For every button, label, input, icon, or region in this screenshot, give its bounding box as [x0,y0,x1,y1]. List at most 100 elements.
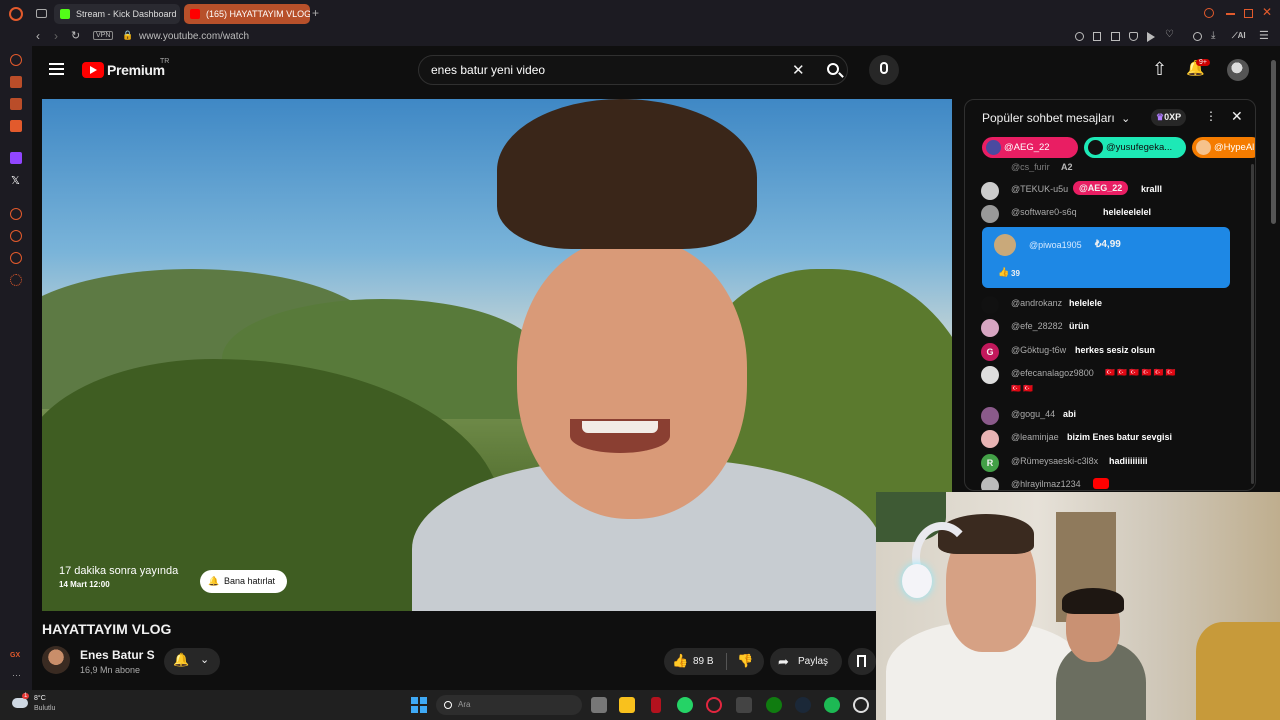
message-text: kralll [1141,184,1163,194]
x-icon[interactable]: 𝕏 [11,174,20,187]
like-button[interactable]: 👍 89 B [664,648,724,675]
chat-more-icon[interactable]: ⋮ [1205,109,1217,123]
ai-label: AI [1237,31,1246,40]
whatsapp-icon[interactable] [677,697,693,713]
windows-start-icon[interactable] [411,697,427,713]
channel-avatar[interactable] [42,646,70,674]
search-query: enes batur yeni video [431,63,546,77]
share-button[interactable]: ➦ Paylaş [770,648,842,675]
clear-search-icon[interactable]: ✕ [792,61,805,79]
save-button[interactable] [848,648,876,675]
search-button[interactable] [817,55,853,85]
messenger-icon[interactable] [10,120,22,132]
maximize-button[interactable] [1244,9,1253,18]
dislike-button[interactable]: 👎 [727,648,764,675]
back-icon[interactable]: ‹ [36,29,40,43]
url-field[interactable]: www.youtube.com/watch [139,31,249,42]
premiere-countdown: 17 dakika sonra yayında [59,565,179,577]
ai-button[interactable]: ⟋AI [1232,31,1246,41]
heart-icon[interactable]: ♡ [1165,29,1174,40]
webcam-overlay [876,492,1280,720]
app-dark-icon[interactable] [736,697,752,713]
premiere-info: 17 dakika sonra yayında 14 Mart 12:00 [50,565,178,589]
tab-kick-dashboard[interactable]: Stream - Kick Dashboard [54,4,180,24]
chat-scrollbar[interactable] [1251,164,1254,484]
play-icon[interactable] [1147,32,1155,42]
browser-tab-bar: Stream - Kick Dashboard (165) HAYATTAYIM… [0,0,1280,28]
chatgpt-icon[interactable] [853,697,869,713]
xbox-icon[interactable] [766,697,782,713]
history-icon[interactable] [10,54,22,66]
avatar [981,477,999,490]
file-explorer-icon[interactable] [619,697,635,713]
tab-title: Stream - Kick Dashboard [76,9,177,19]
wallet-icon[interactable] [10,98,22,110]
download-icon[interactable]: ⤓ [1211,30,1215,41]
chat-mode-dropdown[interactable]: Popüler sohbet mesajları ⌄ [982,111,1130,125]
twitch-icon[interactable] [10,152,22,164]
voice-search-button[interactable] [869,55,899,85]
opera-gx-icon[interactable] [706,697,722,713]
taskbar-search-placeholder: Ara [458,700,471,709]
avatar: R [981,454,999,472]
account-avatar[interactable] [1227,59,1249,81]
message-author: @efe_28282 [1011,321,1063,331]
avatar [986,140,1001,155]
youtube-header: Premium TR enes batur yeni video ✕ ⇧ 🔔 9… [32,46,1280,94]
forward-icon[interactable]: › [54,29,58,43]
subscription-bell-button[interactable]: 🔔 ⌄ [164,648,220,675]
like-count: 89 B [693,656,714,667]
player-icon[interactable] [10,208,22,220]
clock-icon[interactable] [10,230,22,242]
weather-temp: 8°C [34,695,46,702]
reload-icon[interactable]: ↻ [71,29,80,42]
xp-badge[interactable]: ♛0XP [1151,109,1187,126]
tab-youtube-vlog[interactable]: (165) HAYATTAYIM VLOG [184,4,310,24]
xp-value: 0XP [1164,112,1182,122]
more-icon[interactable]: ··· [12,670,21,680]
tab-title: (165) HAYATTAYIM VLOG [206,9,310,19]
hamburger-menu-icon[interactable] [49,63,64,75]
minimize-button[interactable] [1226,13,1235,15]
close-chat-icon[interactable]: ✕ [1231,108,1243,125]
channel-name[interactable]: Enes Batur S [80,648,155,662]
thumbs-up-icon: 👍 [998,267,1010,277]
zoom-icon[interactable] [1075,32,1084,41]
message-author: @gogu_44 [1011,409,1056,419]
account-icon[interactable] [1193,32,1202,41]
upload-icon[interactable]: ⇧ [1152,59,1167,80]
close-window-button[interactable]: ✕ [1262,5,1272,19]
task-view-icon[interactable] [591,697,607,713]
extensions-icon[interactable] [10,252,22,264]
workspaces-icon[interactable] [36,9,47,18]
super-chat-card[interactable]: @piwoa1905 ₺4,99 👍 39 [982,227,1230,288]
pinned-chip[interactable]: @HypeAl [1192,137,1255,158]
subscriber-count: 16,9 Mn abone [80,665,141,675]
opera-logo-icon[interactable] [9,7,23,21]
pinned-chip[interactable]: @AEG_22 [982,137,1078,158]
search-tabs-icon[interactable] [1204,8,1214,18]
settings-icon[interactable] [10,274,22,286]
search-input[interactable]: enes batur yeni video [418,55,848,85]
snapshot-icon[interactable] [1111,32,1120,41]
pin-icon[interactable] [1093,32,1101,41]
avatar [981,182,999,200]
taskbar-search[interactable]: Ara [436,695,582,715]
video-player[interactable] [42,99,952,611]
spotify-icon[interactable] [824,697,840,713]
vpn-badge[interactable]: VPN [93,31,114,40]
remind-me-button[interactable]: 🔔 Bana hatırlat [200,570,287,593]
shield-icon[interactable] [1129,32,1138,41]
pinned-chip[interactable]: @yusufegeka... [1084,137,1186,158]
menu-icon[interactable]: ☰ [1259,29,1269,42]
gx-icon[interactable]: GX [10,652,20,659]
superchat-likes: 39 [1011,269,1020,278]
bag-icon[interactable] [10,76,22,88]
steam-icon[interactable] [795,697,811,713]
new-tab-button[interactable]: + [312,6,319,20]
page-scrollbar[interactable] [1271,60,1276,224]
app-red-icon[interactable] [651,697,661,713]
message-author: @Göktug-t6w [1011,345,1067,355]
share-label: Paylaş [798,656,829,667]
weather-widget[interactable]: 1 8°C Bulutlu [10,693,70,717]
